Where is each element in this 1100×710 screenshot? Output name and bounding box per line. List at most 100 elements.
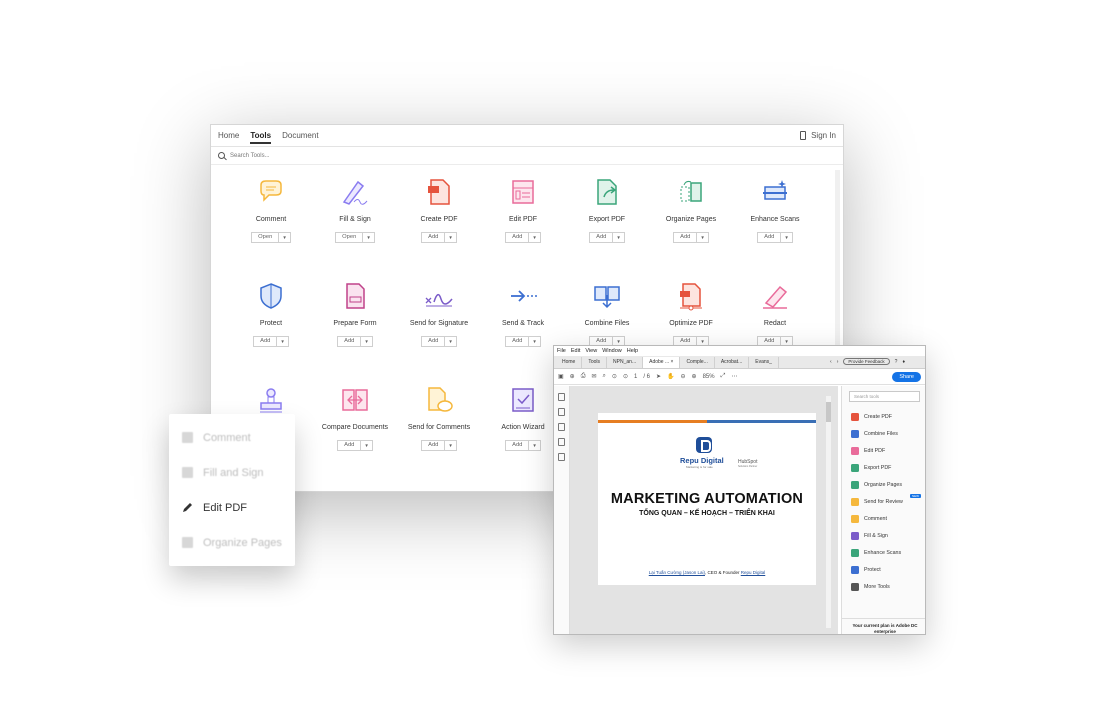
tool-protect[interactable]: Protect Add ▼ [229,281,313,347]
menu-window[interactable]: Window [602,348,622,354]
doc-tab-tools[interactable]: Tools [582,357,608,368]
tool-enhance-scans[interactable]: Enhance Scans Add ▼ [733,177,817,243]
tool-prepare-form[interactable]: Prepare Form Add ▼ [313,281,397,347]
chevron-down-icon[interactable]: ▼ [445,441,455,450]
mail-icon[interactable]: ✉ [592,373,597,380]
menu-help[interactable]: Help [627,348,638,354]
tool-action-button[interactable]: Add ▼ [505,440,541,451]
tool-action-button[interactable]: Add ▼ [673,232,709,243]
tools-pane-item[interactable]: Combine Files [842,425,925,442]
doc-tab-adobe[interactable]: Adobe ... × [643,357,681,368]
search-icon[interactable]: ⌕ [603,373,606,380]
page-up-icon[interactable]: ⊙ [612,373,617,380]
chevron-down-icon[interactable]: ▼ [363,233,373,242]
tab-document[interactable]: Document [282,125,318,147]
tools-pane-item[interactable]: Enhance Scans [842,544,925,561]
chevron-down-icon[interactable]: ▼ [613,233,623,242]
tool-action-button[interactable]: Add ▼ [253,336,289,347]
chevron-left-icon[interactable]: ‹ [830,359,832,365]
chevron-down-icon[interactable]: ▼ [529,337,539,346]
tool-redact[interactable]: Redact Add ▼ [733,281,817,347]
tools-search[interactable]: Search Tools... [211,147,843,165]
print-icon[interactable]: ⎙ [581,373,586,380]
menu-view[interactable]: View [585,348,597,354]
chevron-down-icon[interactable]: ▼ [279,233,289,242]
tool-comment[interactable]: Comment Open ▼ [229,177,313,243]
bell-icon[interactable]: ♦ [902,359,905,365]
upload-icon[interactable]: ⊕ [570,373,575,380]
tool-action-button[interactable]: Add ▼ [505,336,541,347]
attachment-icon[interactable] [558,423,565,431]
share-button[interactable]: Share [892,371,921,382]
save-icon[interactable]: ▣ [558,373,564,380]
tools-pane-search[interactable]: Search tools [849,391,920,402]
chevron-down-icon[interactable]: ▼ [361,337,371,346]
doc-tab-comple[interactable]: Comple... [680,357,715,368]
zoom-in-icon[interactable]: ⊕ [692,373,697,380]
tool-edit-pdf[interactable]: Edit PDF Add ▼ [481,177,565,243]
tags-icon[interactable] [558,453,565,461]
popover-item[interactable]: Comment [169,420,295,455]
tool-action-button[interactable]: Add ▼ [337,336,373,347]
chevron-down-icon[interactable]: ▼ [277,337,287,346]
page-number-field[interactable]: 1 [634,374,637,380]
tool-action-button[interactable]: Add ▼ [421,232,457,243]
zoom-out-icon[interactable]: ⊖ [681,373,686,380]
tool-organize-pages[interactable]: Organize Pages Add ▼ [649,177,733,243]
tools-pane-item[interactable]: Edit PDF [842,442,925,459]
tools-pane-item[interactable]: Organize Pages [842,476,925,493]
tool-action-button[interactable]: Open ▼ [251,232,291,243]
help-icon[interactable]: ? [895,359,898,365]
document-view[interactable]: Repu Digital Marketing is for sale HubSp… [570,386,838,634]
tab-home[interactable]: Home [218,125,239,147]
document-scrollbar[interactable] [826,396,831,628]
tools-pane-item[interactable]: Fill & Sign [842,527,925,544]
chevron-right-icon[interactable]: › [837,359,839,365]
select-cursor-icon[interactable]: ➤ [656,373,661,380]
chevron-down-icon[interactable]: ▼ [697,233,707,242]
hand-tool-icon[interactable]: ✋ [667,373,674,380]
tool-create-pdf[interactable]: Create PDF Add ▼ [397,177,481,243]
chevron-down-icon[interactable]: ▼ [781,233,791,242]
tool-export-pdf[interactable]: Export PDF Add ▼ [565,177,649,243]
popover-item[interactable]: Edit PDF [169,490,295,525]
chevron-down-icon[interactable]: ▼ [529,233,539,242]
tool-compare-documents[interactable]: Compare Documents Add ▼ [313,385,397,451]
tool-action-button[interactable]: Add ▼ [337,440,373,451]
tool-action-button[interactable]: Add ▼ [589,232,625,243]
tool-action-button[interactable]: Add ▼ [421,440,457,451]
tab-tools[interactable]: Tools [250,125,271,147]
page-down-icon[interactable]: ⊙ [623,373,628,380]
doc-tab-home[interactable]: Home [556,357,583,368]
close-icon[interactable]: × [671,359,674,365]
chevron-down-icon[interactable]: ▼ [445,337,455,346]
chevron-down-icon[interactable]: ▼ [361,441,371,450]
tool-action-button[interactable]: Add ▼ [505,232,541,243]
fit-page-icon[interactable]: ⤢ [721,373,726,380]
tools-pane-item[interactable]: Create PDF [842,408,925,425]
tool-send-track[interactable]: Send & Track Add ▼ [481,281,565,347]
layers-icon[interactable] [558,438,565,446]
menu-edit[interactable]: Edit [571,348,580,354]
tool-optimize-pdf[interactable]: Optimize PDF Add ▼ [649,281,733,347]
tool-send-for-signature[interactable]: Send for Signature Add ▼ [397,281,481,347]
tools-pane-item[interactable]: Comment [842,510,925,527]
tools-pane-item[interactable]: Protect [842,561,925,578]
doc-tab-evans[interactable]: Evans_ [749,357,779,368]
popover-item[interactable]: Organize Pages [169,525,295,560]
tools-pane-item[interactable]: Send for Review NEW [842,493,925,510]
popover-item[interactable]: Fill and Sign [169,455,295,490]
tool-combine-files[interactable]: Combine Files Add ▼ [565,281,649,347]
tool-fill-sign[interactable]: Fill & Sign Open ▼ [313,177,397,243]
chevron-down-icon[interactable]: ▼ [529,441,539,450]
zoom-level[interactable]: 85% [703,374,715,380]
author-company[interactable]: Repu Digital [741,570,766,575]
tool-send-for-comments[interactable]: Send for Comments Add ▼ [397,385,481,451]
feedback-button[interactable]: Provide Feedback [843,358,890,365]
more-icon[interactable]: ⋯ [731,373,737,380]
bookmark-icon[interactable] [558,408,565,416]
page-thumbnails-icon[interactable] [558,393,565,401]
tools-pane-item[interactable]: More Tools [842,578,925,595]
tool-action-button[interactable]: Add ▼ [421,336,457,347]
menu-file[interactable]: File [557,348,566,354]
